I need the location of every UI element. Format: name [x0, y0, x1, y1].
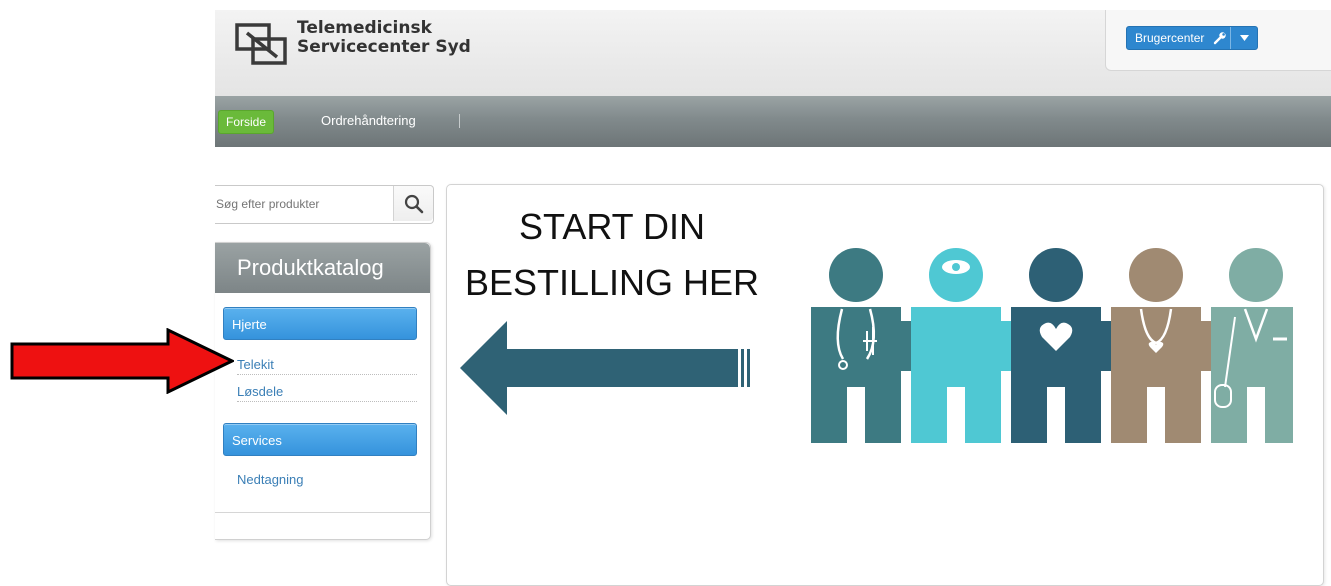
wrench-icon — [1210, 27, 1230, 49]
user-center-label: Brugercenter — [1135, 31, 1205, 45]
banner-heading-line-1: START DIN — [518, 206, 706, 247]
top-header: Telemedicinsk Servicecenter Syd Brugerce… — [215, 10, 1331, 97]
brand-name: Telemedicinsk Servicecenter Syd — [297, 19, 471, 57]
catalog-item-telekit[interactable]: Telekit — [237, 357, 417, 375]
red-pointer-arrow-icon — [10, 328, 234, 394]
brand-line-2: Servicecenter Syd — [297, 37, 471, 57]
category-hjerte[interactable]: Hjerte — [223, 307, 417, 340]
search-icon — [404, 194, 423, 213]
user-center-button[interactable]: Brugercenter — [1126, 26, 1259, 50]
banner-heading-line-2: BESTILLING HER — [464, 262, 760, 303]
main-nav: Forside Ordrehåndtering — [215, 96, 1331, 147]
catalog-item-losdele[interactable]: Løsdele — [237, 384, 417, 402]
tab-ordrehandtering[interactable]: Ordrehåndtering — [321, 113, 416, 128]
product-catalog: Produktkatalog Hjerte Telekit Løsdele Se… — [215, 242, 431, 540]
catalog-item-nedtagning[interactable]: Nedtagning — [237, 472, 417, 489]
search-input[interactable] — [215, 186, 388, 221]
catalog-divider — [215, 512, 430, 513]
user-panel: Brugercenter — [1105, 10, 1331, 71]
chevron-down-icon[interactable] — [1231, 27, 1257, 49]
product-search — [215, 185, 434, 224]
left-arrow-icon — [460, 321, 750, 415]
catalog-title: Produktkatalog — [215, 243, 430, 293]
brand-line-1: Telemedicinsk — [297, 18, 432, 38]
tab-forside[interactable]: Forside — [218, 110, 275, 134]
healthcare-staff-illustration — [811, 248, 1293, 443]
main-content: START DIN BESTILLING HER — [446, 184, 1324, 586]
category-services[interactable]: Services — [223, 423, 417, 456]
nav-divider — [459, 114, 460, 128]
logo-icon — [235, 23, 287, 65]
search-button[interactable] — [393, 186, 433, 221]
